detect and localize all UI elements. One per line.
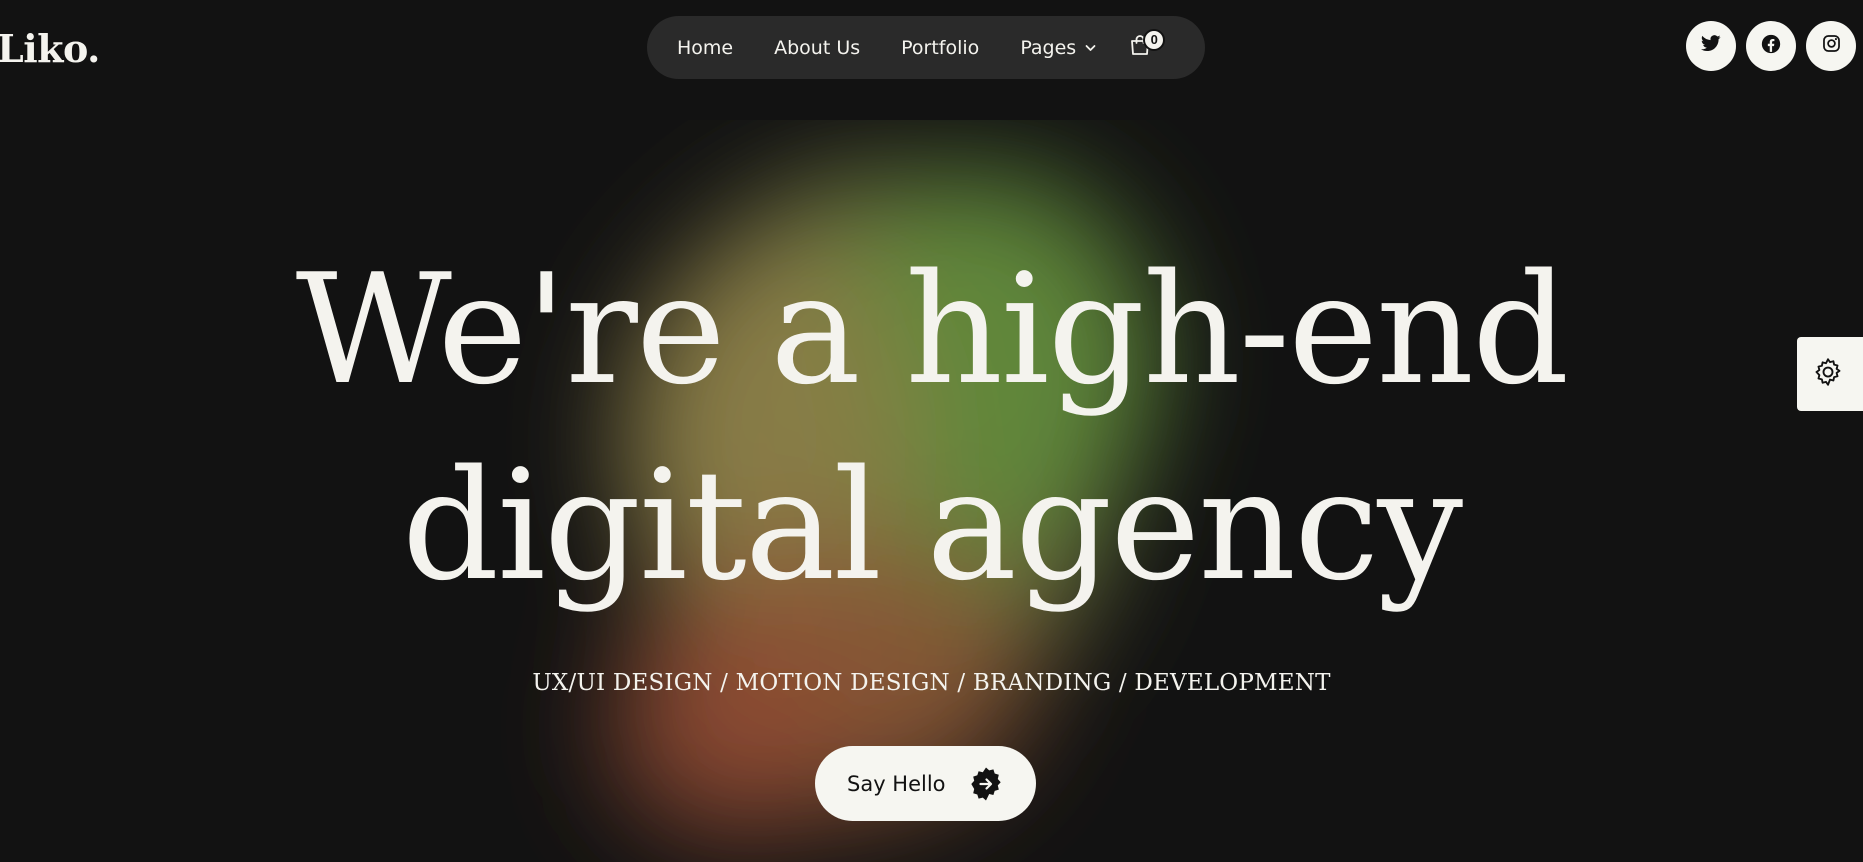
brand-logo[interactable]: Liko.	[0, 26, 100, 71]
twitter-button[interactable]	[1686, 21, 1736, 71]
main-nav: Home About Us Portfolio Pages 0	[647, 16, 1205, 79]
cart-button[interactable]: 0	[1125, 28, 1166, 63]
cart-count-badge: 0	[1143, 28, 1166, 51]
twitter-icon	[1701, 35, 1721, 57]
chevron-down-icon	[1085, 44, 1096, 52]
nav-item-label: About Us	[774, 36, 861, 59]
nav-item-label: Pages	[1020, 36, 1077, 59]
hero-headline-line-1: We're a high-end	[295, 241, 1570, 418]
say-hello-button[interactable]: Say Hello	[815, 746, 1036, 821]
hero-services-list: UX/UI DESIGN / MOTION DESIGN / BRANDING …	[532, 670, 1331, 696]
nav-item-portfolio[interactable]: Portfolio	[901, 37, 979, 59]
hero-headline-line-2: digital agency	[401, 437, 1463, 614]
facebook-icon	[1761, 34, 1781, 59]
instagram-icon	[1822, 34, 1841, 58]
nav-item-label: Home	[677, 36, 734, 59]
say-hello-label: Say Hello	[847, 771, 946, 796]
nav-item-about-us[interactable]: About Us	[774, 37, 860, 59]
nav-item-pages[interactable]: Pages	[1020, 37, 1096, 59]
hero-headline: We're a high-end digital agency	[0, 232, 1863, 624]
arrow-right-badge-icon	[968, 766, 1004, 802]
facebook-button[interactable]	[1746, 21, 1796, 71]
nav-item-home[interactable]: Home	[677, 37, 733, 59]
instagram-button[interactable]	[1806, 21, 1856, 71]
nav-item-label: Portfolio	[901, 36, 980, 59]
